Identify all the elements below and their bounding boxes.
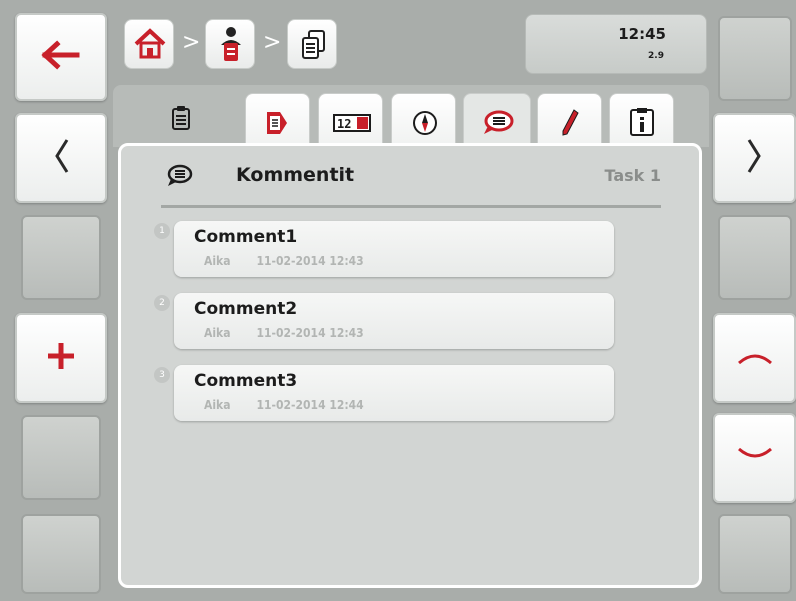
comment-header-icon [165, 164, 193, 192]
timestamp: 11-02-2014 12:43 [256, 254, 364, 268]
pencil-icon [560, 108, 580, 142]
softkey-right-1[interactable] [718, 16, 792, 101]
softkey-left-6[interactable] [21, 514, 101, 594]
speech-bubble-icon [482, 110, 514, 140]
clipboard-icon [171, 105, 191, 135]
chevron-left-icon [17, 136, 105, 180]
list-item[interactable]: 2 Comment2 Aika 11-02-2014 12:43 [154, 293, 614, 349]
svg-text:12: 12 [337, 117, 351, 131]
back-arrow-icon [17, 40, 105, 74]
comment-time: Aika 11-02-2014 12:43 [204, 254, 364, 268]
scroll-up-button[interactable] [713, 313, 796, 403]
breadcrumb-separator: > [182, 30, 201, 55]
item-index: 1 [154, 223, 170, 239]
list-item[interactable]: 1 Comment1 Aika 11-02-2014 12:43 [154, 221, 614, 277]
softkey-right-3[interactable] [718, 215, 792, 300]
document-arrow-icon [264, 110, 290, 140]
comment-time: Aika 11-02-2014 12:43 [204, 326, 364, 340]
time-label: Aika [204, 398, 231, 412]
item-index: 2 [154, 295, 170, 311]
clock-time: 12:45 [618, 25, 666, 43]
comment-title: Comment3 [194, 371, 298, 391]
breadcrumb-home[interactable] [124, 19, 174, 69]
previous-button[interactable] [15, 113, 107, 203]
next-button[interactable] [713, 113, 796, 203]
counter-icon: 12 [333, 114, 371, 136]
chevron-down-icon [715, 445, 794, 471]
comment-title: Comment1 [194, 227, 298, 247]
breadcrumb-operator[interactable] [205, 19, 255, 69]
home-icon [133, 27, 167, 65]
softkey-left-5[interactable] [21, 415, 101, 500]
timestamp: 11-02-2014 12:44 [256, 398, 364, 412]
compass-icon [412, 110, 438, 140]
version-label: 2.9 [648, 51, 664, 61]
task-list-icon [299, 29, 327, 65]
breadcrumb-tasks[interactable] [287, 19, 337, 69]
plus-icon [17, 341, 105, 375]
header-divider [161, 205, 661, 208]
chevron-right-icon [715, 136, 794, 180]
chevron-up-icon [715, 345, 794, 371]
item-index: 3 [154, 367, 170, 383]
add-button[interactable] [15, 313, 107, 403]
scroll-down-button[interactable] [713, 413, 796, 503]
clock-display: 12:45 2.9 [525, 14, 707, 74]
back-button[interactable] [15, 13, 107, 101]
softkey-left-3[interactable] [21, 215, 101, 300]
timestamp: 11-02-2014 12:43 [256, 326, 364, 340]
operator-icon [216, 25, 246, 69]
comment-time: Aika 11-02-2014 12:44 [204, 398, 364, 412]
breadcrumb-separator: > [263, 30, 282, 55]
list-item[interactable]: 3 Comment3 Aika 11-02-2014 12:44 [154, 365, 614, 421]
softkey-right-6[interactable] [718, 514, 792, 594]
time-label: Aika [204, 254, 231, 268]
task-label: Task 1 [604, 166, 661, 185]
page-title: Kommentit [236, 164, 355, 186]
time-label: Aika [204, 326, 231, 340]
info-icon [629, 107, 655, 141]
comment-title: Comment2 [194, 299, 298, 319]
